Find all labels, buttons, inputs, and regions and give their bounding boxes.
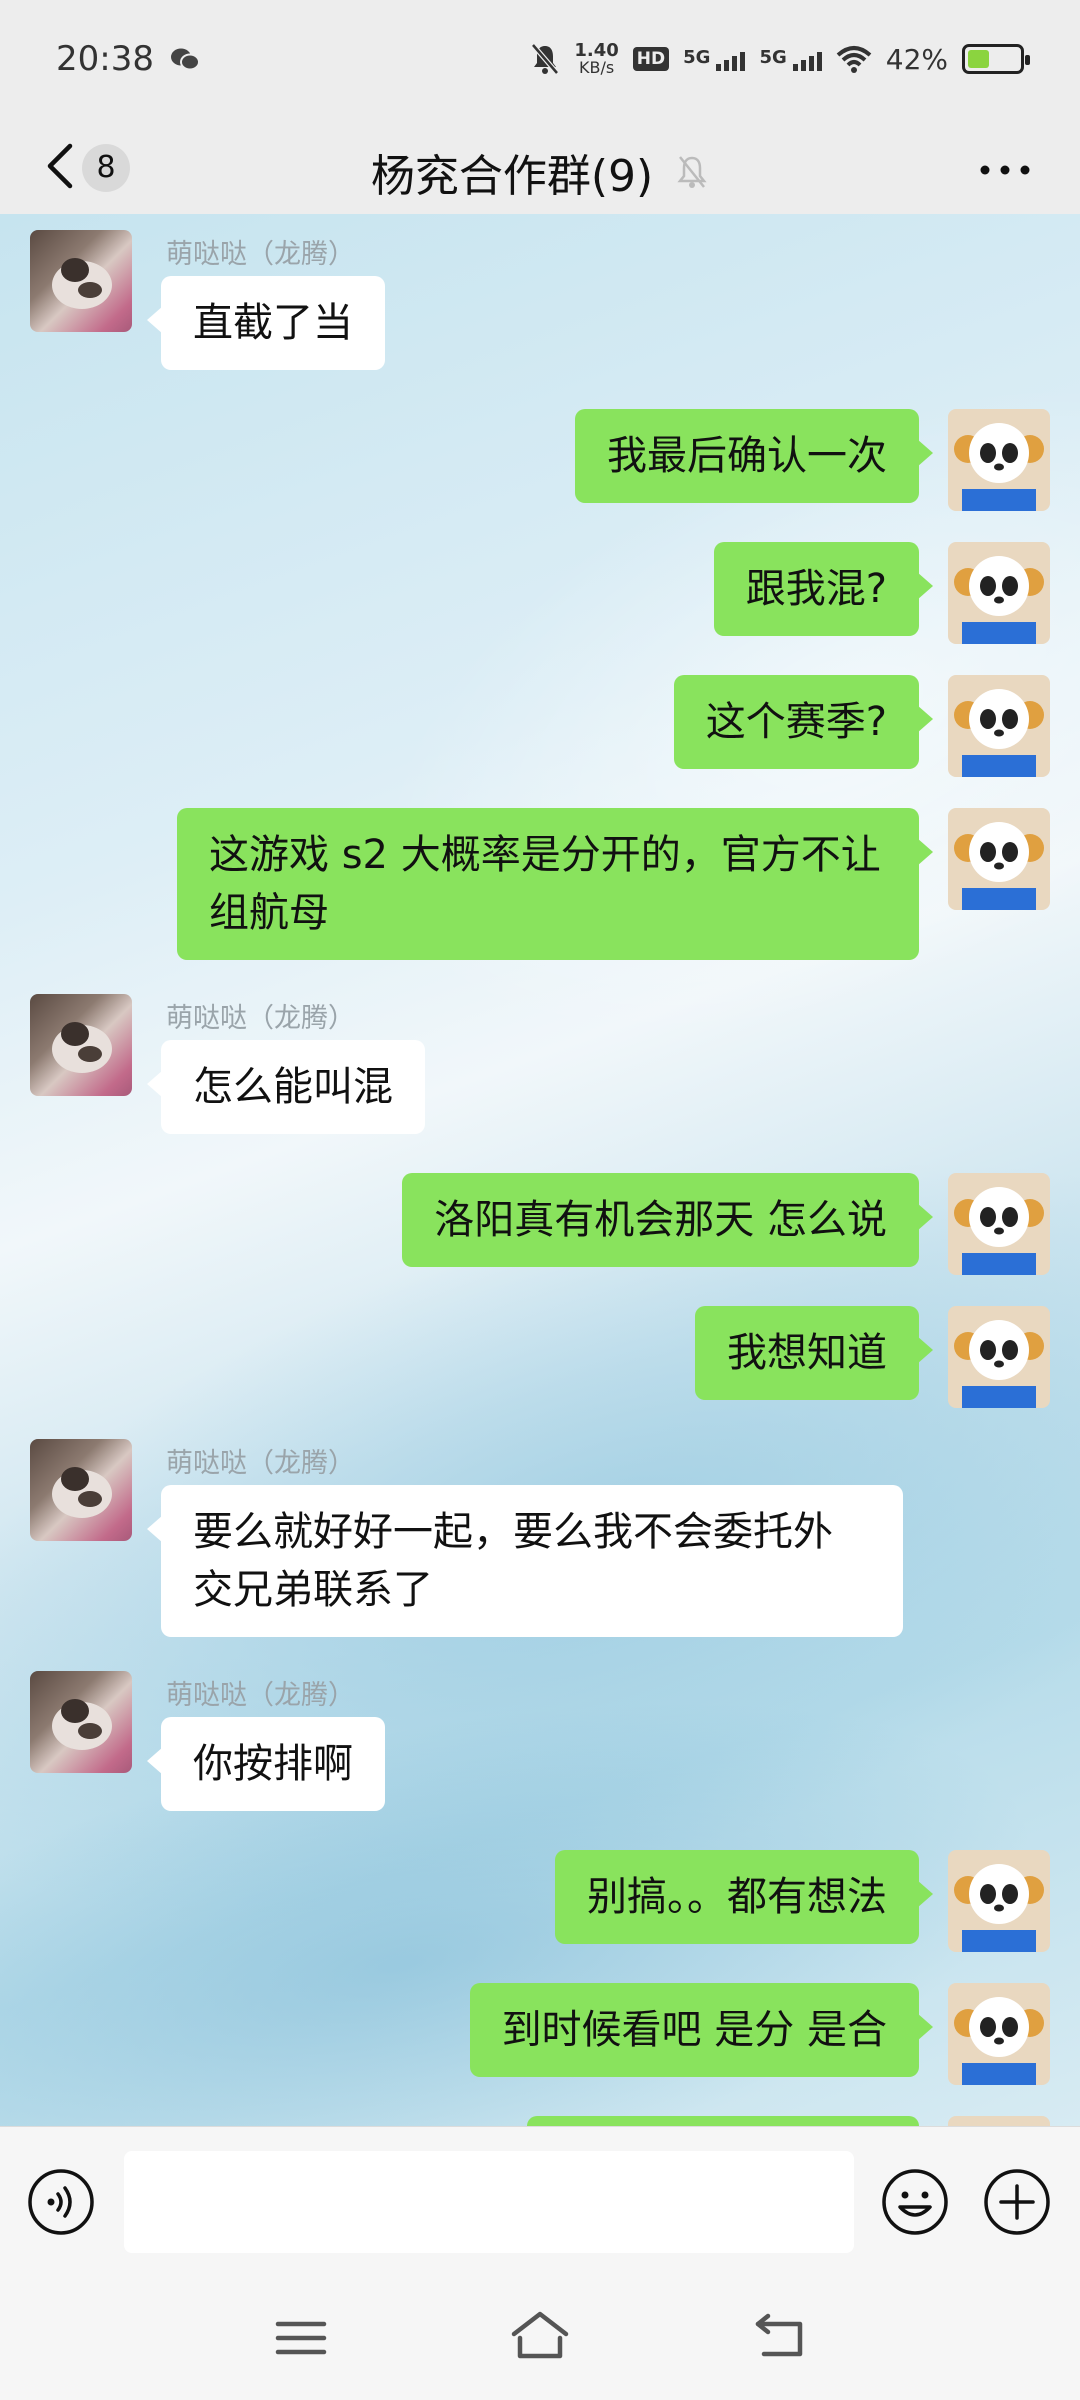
signal-icon-sim2: 5G (759, 47, 822, 71)
message-text: 到时候看吧 是分 是合 (501, 2007, 887, 2053)
message-text: 直截了当 (193, 300, 353, 346)
more-options-icon[interactable] (970, 140, 1040, 190)
battery-percent: 42% (885, 42, 948, 76)
recent-apps-icon[interactable] (272, 2316, 330, 2360)
message-text: 我最后确认一次 (607, 433, 887, 479)
hd-badge: HD (632, 47, 670, 71)
battery-fill (968, 50, 989, 68)
my-avatar[interactable] (948, 1850, 1050, 1952)
my-avatar[interactable] (948, 1306, 1050, 1408)
message-text: 这游戏 s2 大概率是分开的，官方不让组航母 (209, 832, 881, 936)
sender-avatar[interactable] (30, 1439, 132, 1541)
my-avatar[interactable] (948, 1173, 1050, 1275)
message-bubble-outgoing[interactable]: 洛阳真有机会那天 怎么说 (402, 1173, 933, 1267)
message-text: 你按排啊 (193, 1741, 353, 1787)
chat-message-list[interactable]: 萌哒哒（龙腾） 直截了当 我最后确认一次 跟我混? 这个赛季? 这游戏 s2 大… (0, 214, 1080, 2126)
my-avatar[interactable] (948, 675, 1050, 777)
mute-bell-icon (531, 43, 560, 75)
sender-name: 萌哒哒（龙腾） (166, 1003, 355, 1034)
message-bubble-incoming[interactable]: 怎么能叫混 (147, 1040, 425, 1134)
status-time: 20:38 (56, 39, 154, 79)
sender-avatar[interactable] (30, 230, 132, 332)
chat-title-bar: 杨兖合作群(9) (0, 140, 1080, 204)
home-icon[interactable] (508, 2308, 572, 2364)
speed-unit: KB/s (578, 58, 615, 77)
add-more-icon[interactable] (982, 2167, 1052, 2237)
sim1-label: 5G (683, 47, 711, 68)
status-bar: 20:38 1.40 KB/s HD 5G 5G 42% (0, 0, 1080, 118)
message-text: 要么就好好一起，要么我不会委托外交兄弟联系了 (193, 1509, 833, 1613)
signal-icon-sim1: 5G (683, 47, 746, 71)
wechat-notification-icon (170, 48, 200, 71)
emoji-icon[interactable] (880, 2167, 950, 2237)
message-text: 我想知道 (727, 1330, 887, 1376)
sender-avatar[interactable] (30, 994, 132, 1096)
message-text: 别搞。。都有想法 (587, 1874, 887, 1920)
message-bubble-outgoing[interactable]: 这个赛季? (673, 675, 934, 769)
my-avatar[interactable] (948, 808, 1050, 910)
message-bubble-outgoing[interactable]: 我想知道 (695, 1306, 933, 1400)
message-input-bar (0, 2126, 1080, 2272)
my-avatar[interactable] (948, 542, 1050, 644)
message-bubble-outgoing[interactable]: 别搞。。都有想法 (555, 1850, 933, 1944)
network-speed: 1.40 KB/s (574, 42, 618, 76)
chat-header: 8 杨兖合作群(9) (0, 118, 1080, 214)
system-back-icon[interactable] (752, 2310, 808, 2362)
message-bubble-outgoing-partial[interactable] (527, 2116, 919, 2126)
message-text: 这个赛季? (705, 699, 887, 745)
message-text: 怎么能叫混 (193, 1064, 393, 1110)
sender-name: 萌哒哒（龙腾） (166, 1448, 355, 1479)
voice-input-icon[interactable] (26, 2167, 96, 2237)
message-bubble-incoming[interactable]: 你按排啊 (147, 1717, 385, 1811)
sim2-label: 5G (759, 47, 787, 68)
message-text: 洛阳真有机会那天 怎么说 (434, 1197, 887, 1243)
sender-avatar[interactable] (30, 1671, 132, 1773)
message-bubble-outgoing[interactable]: 到时候看吧 是分 是合 (469, 1983, 934, 2077)
sender-name: 萌哒哒（龙腾） (166, 239, 355, 270)
system-navigation-bar (0, 2272, 1080, 2400)
my-avatar[interactable] (948, 2116, 1050, 2126)
wifi-icon (836, 46, 872, 73)
message-bubble-outgoing[interactable]: 我最后确认一次 (575, 409, 933, 503)
my-avatar[interactable] (948, 1983, 1050, 2085)
message-bubble-outgoing[interactable]: 跟我混? (713, 542, 934, 636)
message-text: 跟我混? (745, 566, 887, 612)
my-avatar[interactable] (948, 409, 1050, 511)
message-bubble-outgoing[interactable]: 这游戏 s2 大概率是分开的，官方不让组航母 (177, 808, 933, 960)
sender-name: 萌哒哒（龙腾） (166, 1680, 355, 1711)
message-bubble-incoming[interactable]: 要么就好好一起，要么我不会委托外交兄弟联系了 (147, 1485, 903, 1637)
hd-label: HD (636, 49, 666, 69)
chat-title[interactable]: 杨兖合作群(9) (371, 140, 653, 204)
mute-bell-icon (677, 156, 707, 188)
message-input[interactable] (124, 2151, 854, 2253)
battery-icon (962, 44, 1030, 74)
message-bubble-incoming[interactable]: 直截了当 (147, 276, 385, 370)
